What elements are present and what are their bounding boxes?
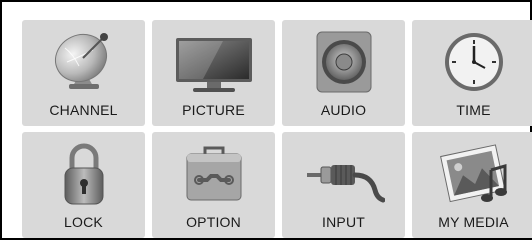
tv-icon (176, 38, 252, 92)
menu-tile-audio[interactable]: AUDIO (282, 20, 405, 126)
menu-label-channel: CHANNEL (49, 102, 118, 118)
padlock-icon (64, 143, 104, 205)
menu-label-lock: LOCK (64, 214, 103, 230)
menu-tile-picture[interactable]: PICTURE (152, 20, 275, 126)
menu-label-time: TIME (456, 102, 491, 118)
menu-tile-channel[interactable]: CHANNEL (22, 20, 145, 126)
menu-label-my-media: MY MEDIA (438, 214, 509, 230)
menu-label-audio: AUDIO (320, 102, 367, 118)
menu-label-input: INPUT (322, 214, 365, 230)
media-photo-music-icon (440, 144, 507, 203)
satellite-dish-icon (55, 33, 108, 89)
menu-label-picture: PICTURE (182, 102, 245, 118)
menu-tile-option[interactable]: OPTION (152, 132, 275, 238)
menu-tile-input[interactable]: INPUT (282, 132, 405, 238)
menu-tile-lock[interactable]: LOCK (22, 132, 145, 238)
menu-label-option: OPTION (186, 214, 241, 230)
toolbox-icon (186, 146, 242, 201)
rca-cable-icon (307, 165, 385, 203)
menu-tile-time[interactable]: TIME (412, 20, 532, 126)
menu-tile-my-media[interactable]: MY MEDIA (412, 132, 532, 238)
clock-icon (445, 33, 503, 91)
speaker-icon (316, 31, 372, 93)
main-menu-frame: CHANNEL PICTURE AUDIO TIME LOCK OPTION I… (0, 0, 532, 240)
